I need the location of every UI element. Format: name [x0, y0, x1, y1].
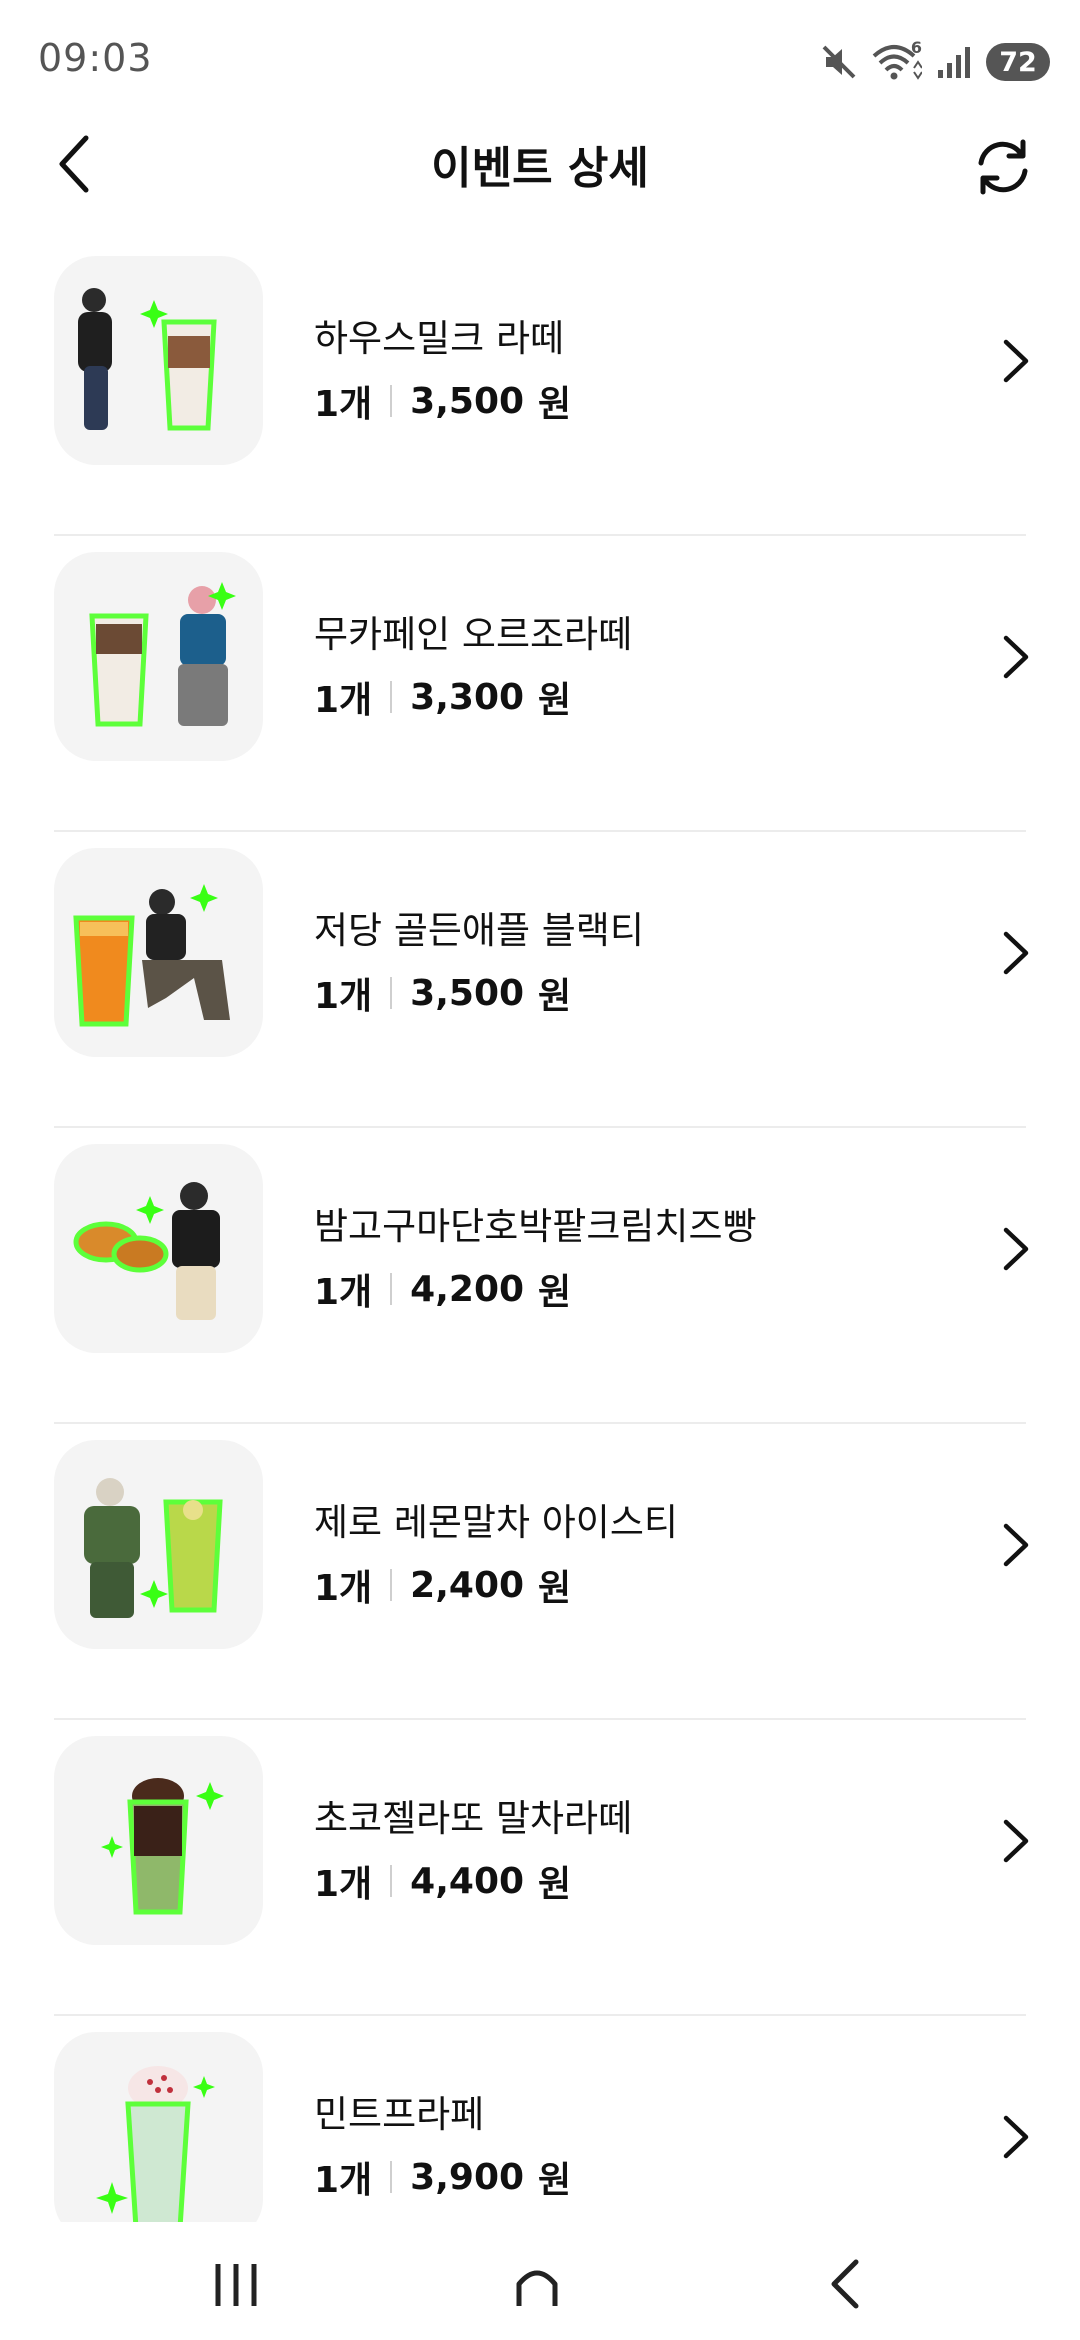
product-image: [54, 1144, 263, 1353]
item-meta: 1개 4,400 원: [314, 1855, 571, 1907]
back-nav-button[interactable]: [804, 2254, 884, 2314]
list-item[interactable]: 민트프라페 1개 3,900 원: [0, 2016, 1080, 2222]
item-name: 저당 골든애플 블랙티: [314, 909, 644, 952]
price-unit: 원: [538, 2160, 572, 2201]
chevron-right-icon[interactable]: [994, 630, 1036, 684]
price-unit: 원: [538, 1864, 572, 1905]
item-meta: 1개 3,500 원: [314, 967, 571, 1019]
chevron-right-icon[interactable]: [994, 334, 1036, 388]
price-unit: 원: [538, 1272, 572, 1313]
refresh-icon: [978, 139, 1028, 195]
signal-icon: [936, 44, 972, 80]
meta-divider: [390, 1569, 393, 1601]
list-item[interactable]: 제로 레몬말차 아이스티 1개 2,400 원: [0, 1424, 1080, 1720]
item-price: 4,200: [410, 1268, 525, 1310]
recent-apps-icon: [215, 2264, 257, 2306]
meta-divider: [390, 681, 393, 713]
list-item[interactable]: 무카페인 오르조라떼 1개 3,300 원: [0, 536, 1080, 832]
recent-apps-button[interactable]: [196, 2254, 276, 2314]
page-title: 이벤트 상세: [431, 143, 649, 194]
list-item[interactable]: 초코젤라또 말차라떼 1개 4,400 원: [0, 1720, 1080, 2016]
price-unit: 원: [538, 680, 572, 721]
item-price: 4,400: [410, 1860, 525, 1902]
price-unit: 원: [538, 384, 572, 425]
item-name: 초코젤라또 말차라떼: [314, 1797, 633, 1840]
battery-icon: 72: [986, 43, 1050, 81]
product-image: [54, 2032, 263, 2222]
item-meta: 1개 4,200 원: [314, 1263, 571, 1315]
product-image: [54, 1440, 263, 1649]
item-name: 무카페인 오르조라떼: [314, 613, 633, 656]
status-time: 09:03: [38, 36, 153, 80]
item-quantity: 1개: [314, 1864, 373, 1905]
item-quantity: 1개: [314, 2160, 373, 2201]
item-name: 하우스밀크 라떼: [314, 317, 565, 360]
item-quantity: 1개: [314, 1568, 373, 1609]
item-quantity: 1개: [314, 976, 373, 1017]
list-item[interactable]: 하우스밀크 라떼 1개 3,500 원: [0, 240, 1080, 536]
item-name: 밤고구마단호박팥크림치즈빵: [314, 1205, 757, 1248]
chevron-right-icon[interactable]: [994, 926, 1036, 980]
wifi-icon: 6: [872, 38, 922, 82]
home-icon: [516, 2270, 558, 2306]
meta-divider: [390, 1865, 393, 1897]
item-name: 제로 레몬말차 아이스티: [314, 1501, 678, 1544]
item-meta: 1개 2,400 원: [314, 1559, 571, 1611]
meta-divider: [390, 385, 393, 417]
chevron-right-icon[interactable]: [994, 2110, 1036, 2164]
item-meta: 1개 3,500 원: [314, 375, 571, 427]
back-icon: [831, 2259, 859, 2309]
item-meta: 1개 3,300 원: [314, 671, 571, 723]
mute-icon: [820, 43, 858, 81]
system-nav-bar: [0, 2222, 1080, 2340]
item-price: 3,300: [410, 676, 525, 718]
status-icons: 6 72: [820, 38, 1050, 86]
item-meta: 1개 3,900 원: [314, 2151, 571, 2203]
status-bar: 09:03 6 72: [0, 0, 1080, 120]
item-quantity: 1개: [314, 680, 373, 721]
product-image: [54, 848, 263, 1057]
product-image: [54, 552, 263, 761]
price-unit: 원: [538, 976, 572, 1017]
list-item[interactable]: 저당 골든애플 블랙티 1개 3,500 원: [0, 832, 1080, 1128]
meta-divider: [390, 1273, 393, 1305]
event-item-list[interactable]: 하우스밀크 라떼 1개 3,500 원 무카페인 오르조라떼 1개 3,300 …: [0, 240, 1080, 2222]
product-image: [54, 256, 263, 465]
wifi-badge: 6: [910, 38, 922, 57]
item-name: 민트프라페: [314, 2093, 485, 2136]
chevron-right-icon[interactable]: [994, 1814, 1036, 1868]
item-price: 3,500: [410, 972, 525, 1014]
chevron-right-icon[interactable]: [994, 1518, 1036, 1572]
item-price: 3,500: [410, 380, 525, 422]
item-quantity: 1개: [314, 1272, 373, 1313]
chevron-right-icon[interactable]: [994, 1222, 1036, 1276]
price-unit: 원: [538, 1568, 572, 1609]
item-price: 2,400: [410, 1564, 525, 1606]
product-image: [54, 1736, 263, 1945]
home-button[interactable]: [497, 2254, 577, 2314]
meta-divider: [390, 977, 393, 1009]
list-item[interactable]: 밤고구마단호박팥크림치즈빵 1개 4,200 원: [0, 1128, 1080, 1424]
item-quantity: 1개: [314, 384, 373, 425]
item-price: 3,900: [410, 2156, 525, 2198]
meta-divider: [390, 2161, 393, 2193]
refresh-button[interactable]: [968, 132, 1038, 202]
